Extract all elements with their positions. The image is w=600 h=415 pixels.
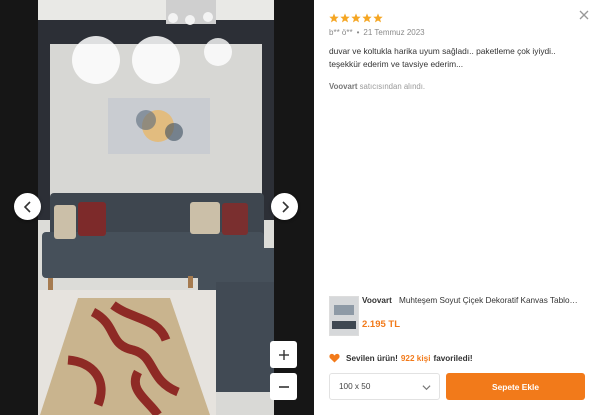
image-viewer	[0, 0, 314, 415]
review-meta: b** ö** • 21 Temmuz 2023	[329, 28, 425, 37]
product-name[interactable]: Muhteşem Soyut Çiçek Dekoratif Kanvas Ta…	[399, 296, 589, 305]
star-icon	[373, 13, 383, 23]
zoom-out-button[interactable]	[270, 373, 297, 400]
product-brand: Voovart	[362, 296, 392, 305]
star-icon	[329, 13, 339, 23]
seller-name: Voovart	[329, 82, 358, 91]
size-select[interactable]: 100 x 50	[329, 373, 440, 400]
add-to-cart-button[interactable]: Sepete Ekle	[446, 373, 585, 400]
chevron-left-icon	[23, 200, 31, 213]
star-icon	[351, 13, 361, 23]
review-text: duvar ve koltukla harika uyum sağladı.. …	[329, 46, 556, 69]
size-select-value: 100 x 50	[339, 382, 371, 391]
favorites-count: 922 kişi	[400, 353, 431, 363]
product-thumbnail[interactable]	[329, 296, 359, 336]
favorites-suffix: favoriledi!	[433, 353, 473, 363]
meta-separator: •	[356, 28, 360, 37]
review-author: b** ö**	[329, 28, 353, 37]
favorites-banner: Sevilen ürün! 922 kişi favoriledi!	[329, 353, 473, 363]
previous-image-button[interactable]	[14, 193, 41, 220]
seller-note: Voovart satıcısından alındı.	[329, 82, 425, 91]
star-icon	[362, 13, 372, 23]
next-image-button[interactable]	[271, 193, 298, 220]
review-date: 21 Temmuz 2023	[363, 28, 425, 37]
product-price: 2.195 TL	[362, 319, 401, 330]
minus-icon	[278, 385, 289, 388]
zoom-in-button[interactable]	[270, 341, 297, 368]
chevron-down-icon	[422, 385, 431, 391]
rating-stars	[329, 13, 383, 23]
favorites-prefix: Sevilen ürün!	[346, 353, 398, 363]
star-icon	[340, 13, 350, 23]
product-card[interactable]: Voovart Muhteşem Soyut Çiçek Dekoratif K…	[329, 296, 591, 336]
chevron-right-icon	[281, 200, 289, 213]
review-photo	[38, 0, 274, 415]
close-icon[interactable]	[578, 9, 590, 21]
plus-icon	[278, 349, 289, 360]
heart-icon	[329, 353, 340, 363]
seller-suffix: satıcısından alındı.	[359, 82, 426, 91]
